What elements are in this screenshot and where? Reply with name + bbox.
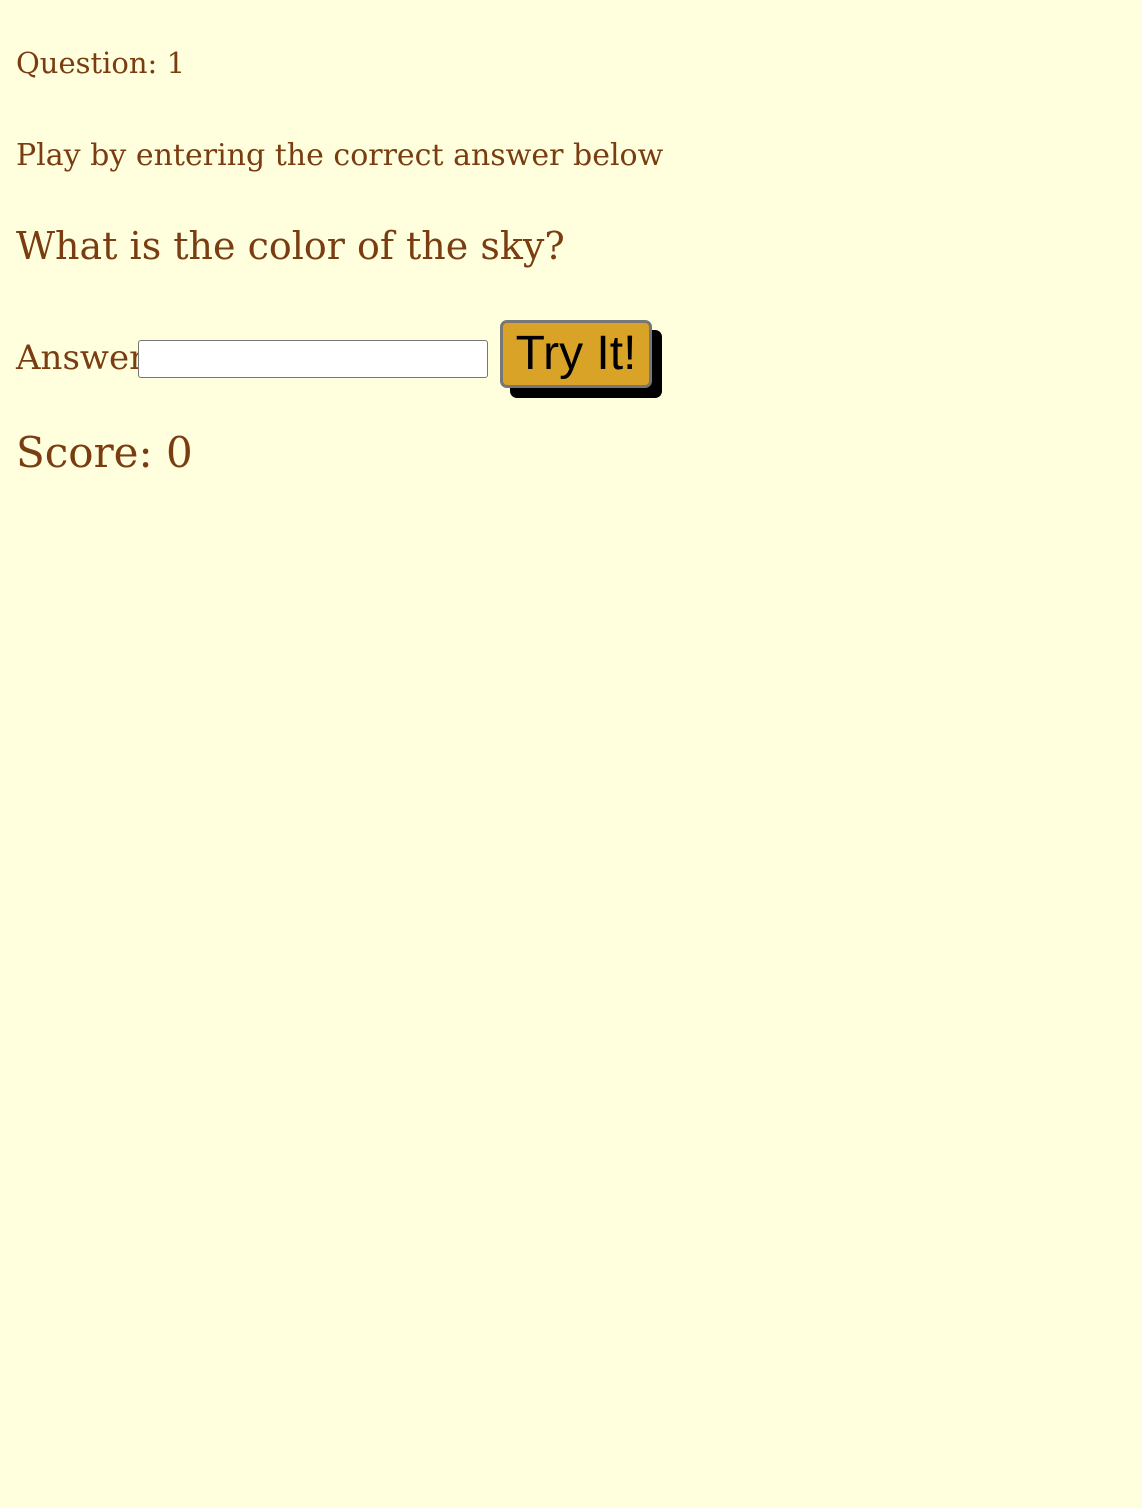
question-number: 1 (166, 46, 186, 80)
score-label: Score: (16, 428, 153, 477)
score-value: 0 (166, 428, 193, 477)
answer-label: Answer: (16, 338, 157, 378)
question-prompt: What is the color of the sky? (16, 224, 565, 268)
answer-input[interactable] (138, 340, 488, 378)
try-it-button[interactable]: Try It! (500, 320, 652, 388)
instructions-text: Play by entering the correct answer belo… (16, 138, 664, 173)
score-display: Score: 0 (16, 428, 193, 477)
question-counter: Question: 1 (16, 46, 185, 80)
question-label: Question: (16, 46, 158, 80)
